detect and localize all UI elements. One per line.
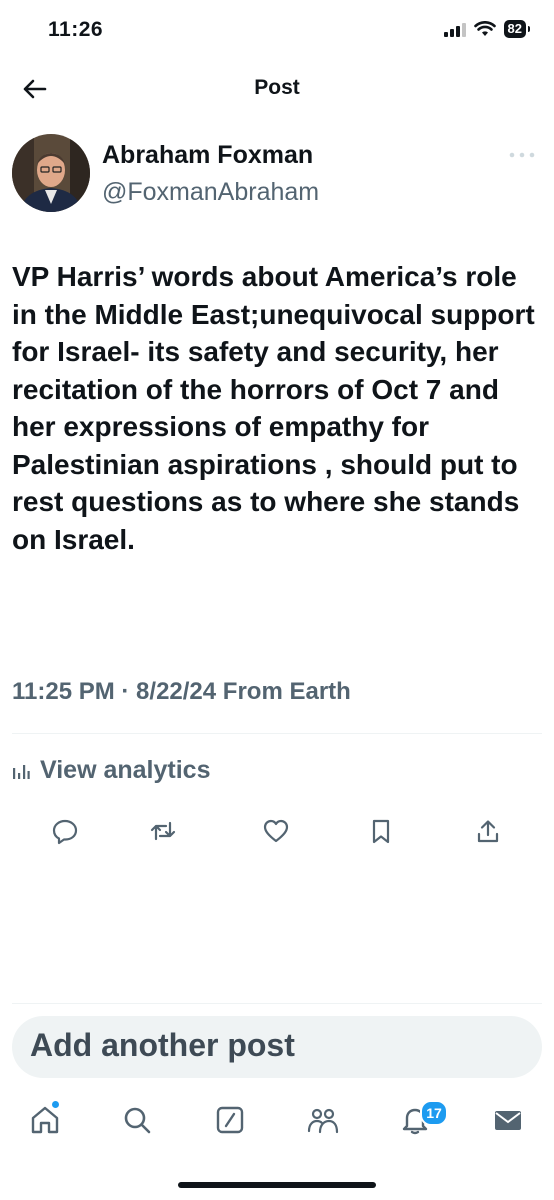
view-analytics-label: View analytics [40, 756, 211, 784]
like-button[interactable] [259, 814, 293, 848]
view-analytics-link[interactable]: View analytics [12, 756, 210, 785]
repost-icon [150, 821, 176, 841]
tab-search[interactable] [117, 1100, 157, 1140]
divider [12, 1003, 542, 1004]
share-button[interactable] [471, 814, 505, 848]
author-handle[interactable]: @FoxmanAbraham [102, 178, 319, 207]
like-icon [263, 819, 289, 843]
home-indicator [178, 1182, 376, 1188]
home-notification-dot [52, 1101, 59, 1108]
battery-icon: 82 [503, 20, 531, 38]
reply-icon [52, 819, 78, 845]
status-time: 11:26 [48, 18, 104, 41]
avatar[interactable] [12, 134, 90, 212]
divider [12, 733, 542, 734]
notification-count-badge: 17 [420, 1100, 448, 1126]
post-timestamp: 11:25 PM · 8/22/24 From Earth [12, 678, 351, 705]
bookmark-icon [372, 819, 390, 844]
home-icon [31, 1106, 59, 1134]
share-icon [477, 820, 499, 843]
status-icons: 82 [443, 20, 531, 38]
cellular-signal-icon [443, 21, 466, 37]
tab-messages[interactable] [488, 1100, 528, 1140]
post-text: VP Harris’ words about America’s role in… [12, 261, 535, 555]
more-options-button[interactable] [508, 148, 536, 160]
wifi-icon [473, 21, 496, 36]
more-icon [509, 152, 535, 158]
tab-home[interactable] [25, 1100, 65, 1140]
composer-placeholder[interactable]: Add another post [30, 1027, 295, 1064]
author-name[interactable]: Abraham Foxman [102, 141, 313, 170]
post-actions [0, 814, 554, 850]
reply-button[interactable] [48, 814, 82, 848]
page-title: Post [254, 76, 300, 99]
analytics-icon [13, 764, 30, 779]
tab-grok[interactable] [210, 1100, 250, 1140]
grok-icon [216, 1106, 244, 1134]
messages-icon [495, 1111, 521, 1130]
repost-button[interactable] [146, 814, 180, 848]
bookmark-button[interactable] [364, 814, 398, 848]
tab-communities[interactable] [303, 1100, 343, 1140]
communities-icon [307, 1108, 339, 1134]
search-icon [124, 1107, 151, 1134]
